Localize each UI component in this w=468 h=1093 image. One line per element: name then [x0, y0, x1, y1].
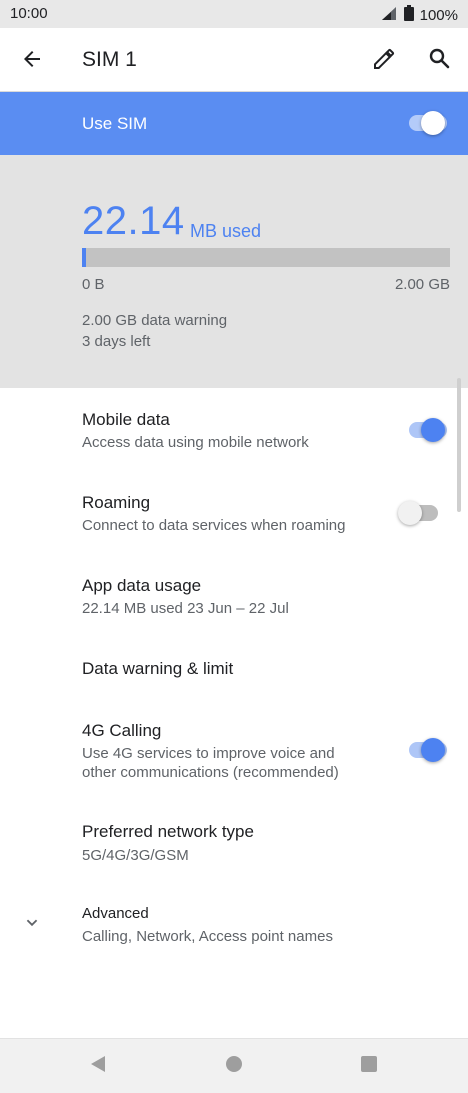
usage-panel — [0, 155, 468, 388]
battery-percent: 100% — [419, 6, 458, 24]
roaming-toggle-knob — [398, 501, 422, 525]
data-warning-text: 2.00 GB data warning — [82, 312, 228, 329]
home-circle-icon[interactable] — [225, 1055, 243, 1078]
preferred-network-row[interactable] — [0, 808, 468, 882]
roaming-subtitle: Connect to data services when roaming — [82, 517, 346, 534]
usage-progress-track — [82, 248, 450, 267]
preferred-network-title: Preferred network type — [82, 822, 254, 841]
4g-calling-subtitle-2: other communications (recommended) — [82, 764, 339, 781]
recents-square-icon[interactable] — [360, 1055, 378, 1078]
4g-calling-toggle-knob — [421, 738, 445, 762]
4g-calling-title: 4G Calling — [82, 721, 162, 740]
edit-pencil-icon[interactable] — [372, 47, 396, 76]
advanced-subtitle: Calling, Network, Access point names — [82, 928, 333, 945]
usage-bar-max: 2.00 GB — [394, 276, 450, 293]
mobile-data-title: Mobile data — [82, 410, 170, 429]
data-warning-limit-title: Data warning & limit — [82, 659, 234, 678]
search-icon[interactable] — [427, 46, 451, 75]
back-triangle-icon[interactable] — [88, 1054, 108, 1079]
app-bar — [0, 28, 468, 92]
battery-icon — [403, 5, 414, 25]
mobile-data-subtitle: Access data using mobile network — [82, 434, 309, 451]
roaming-title: Roaming — [82, 493, 151, 512]
usage-value: 22.14 — [82, 199, 185, 243]
usage-bar-min: 0 B — [82, 276, 105, 293]
use-sim-bar[interactable] — [0, 92, 468, 155]
chevron-down-icon — [21, 912, 43, 939]
signal-icon — [380, 6, 398, 24]
app-data-usage-subtitle: 22.14 MB used 23 Jun – 22 Jul — [82, 600, 289, 617]
usage-unit: MB used — [190, 221, 262, 241]
mobile-data-row[interactable] — [0, 395, 468, 469]
usage-progress-fill — [82, 248, 86, 267]
data-warning-limit-row[interactable] — [0, 643, 468, 697]
days-left-text: 3 days left — [82, 333, 151, 350]
use-sim-label: Use SIM — [82, 114, 148, 133]
use-sim-toggle-knob — [421, 111, 445, 135]
preferred-network-subtitle: 5G/4G/3G/GSM — [82, 847, 189, 864]
app-data-usage-title: App data usage — [82, 576, 202, 595]
status-time: 10:00 — [10, 5, 48, 22]
status-icons: 100% — [380, 5, 458, 25]
4g-calling-subtitle-1: Use 4G services to improve voice and — [82, 745, 335, 762]
advanced-title: Advanced — [82, 905, 149, 922]
page-title: SIM 1 — [82, 48, 137, 71]
back-arrow-icon[interactable] — [20, 47, 44, 76]
mobile-data-toggle-knob — [421, 418, 445, 442]
